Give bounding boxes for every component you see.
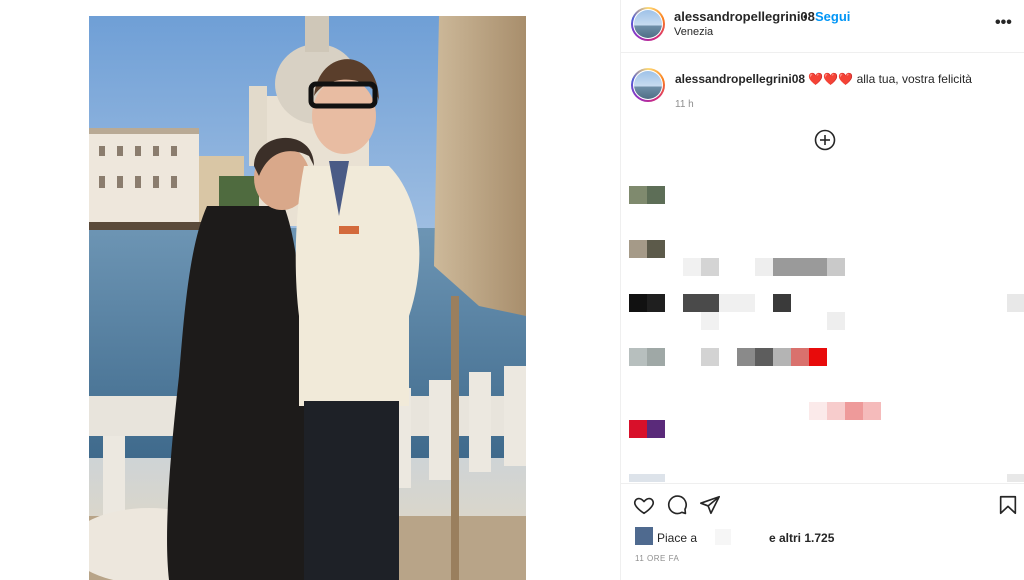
pixel-block (647, 294, 665, 312)
pixel-block (719, 294, 755, 312)
pixel-block (809, 348, 827, 366)
pixel-block (629, 186, 647, 204)
pixel-block (647, 240, 665, 258)
pixel-block (791, 348, 809, 366)
comment-icon[interactable] (666, 494, 688, 516)
pixel-block (1007, 294, 1024, 312)
divider (621, 483, 1024, 484)
bookmark-icon[interactable] (997, 494, 1019, 516)
avatar[interactable] (631, 7, 665, 41)
post-photo[interactable] (89, 16, 526, 580)
pixel-block (773, 294, 791, 312)
likes-count[interactable]: e altri 1.725 (769, 531, 834, 545)
pixel-block (629, 240, 647, 258)
follow-button[interactable]: Segui (815, 9, 850, 24)
paper-plane-icon[interactable] (699, 494, 721, 516)
heart-icon[interactable] (633, 494, 655, 516)
pixel-block (809, 402, 827, 420)
pixel-block (629, 348, 647, 366)
caption-username[interactable]: alessandropellegrini08 (675, 72, 805, 86)
likes-prefix: Piace a (657, 531, 698, 545)
liker-avatar[interactable] (635, 527, 653, 545)
caption-time[interactable]: 11 h (675, 99, 694, 110)
pixel-block (773, 348, 791, 366)
pixel-block (701, 258, 719, 276)
pixel-block (773, 258, 827, 276)
divider (621, 52, 1024, 53)
pixel-block (701, 348, 719, 366)
plus-circle-icon[interactable] (814, 129, 836, 151)
pixel-block (629, 474, 665, 482)
pixel-block (629, 420, 647, 438)
pixel-block (647, 186, 665, 204)
pixel-block (683, 294, 719, 312)
caption-hearts: ❤️❤️❤️ (808, 72, 854, 86)
caption-text: alla tua, vostra felicità (856, 72, 972, 86)
post-side-panel: alessandropellegrini08 • Segui Venezia •… (620, 0, 1024, 580)
liker-name-placeholder[interactable] (715, 529, 731, 545)
more-options-icon[interactable]: ••• (995, 14, 1012, 32)
pixel-block (629, 294, 647, 312)
pixel-block (845, 402, 863, 420)
pixel-block (647, 420, 665, 438)
pixel-block (683, 258, 701, 276)
post-timestamp[interactable]: 11 ORE FA (635, 554, 679, 563)
post-location[interactable]: Venezia (674, 26, 713, 38)
post-username[interactable]: alessandropellegrini08 (674, 9, 815, 24)
pixel-block (1007, 474, 1024, 482)
pixel-block (737, 348, 755, 366)
photo-image (89, 16, 526, 580)
pixel-block (647, 348, 665, 366)
caption-avatar[interactable] (631, 68, 665, 102)
caption: alessandropellegrini08 ❤️❤️❤️ alla tua, … (675, 72, 972, 86)
pixel-block (701, 312, 719, 330)
pixel-block (755, 348, 773, 366)
pixel-block (863, 402, 881, 420)
separator-dot: • (803, 9, 808, 24)
pixel-block (755, 258, 773, 276)
pixel-block (827, 258, 845, 276)
pixel-block (827, 402, 845, 420)
pixel-block (827, 312, 845, 330)
